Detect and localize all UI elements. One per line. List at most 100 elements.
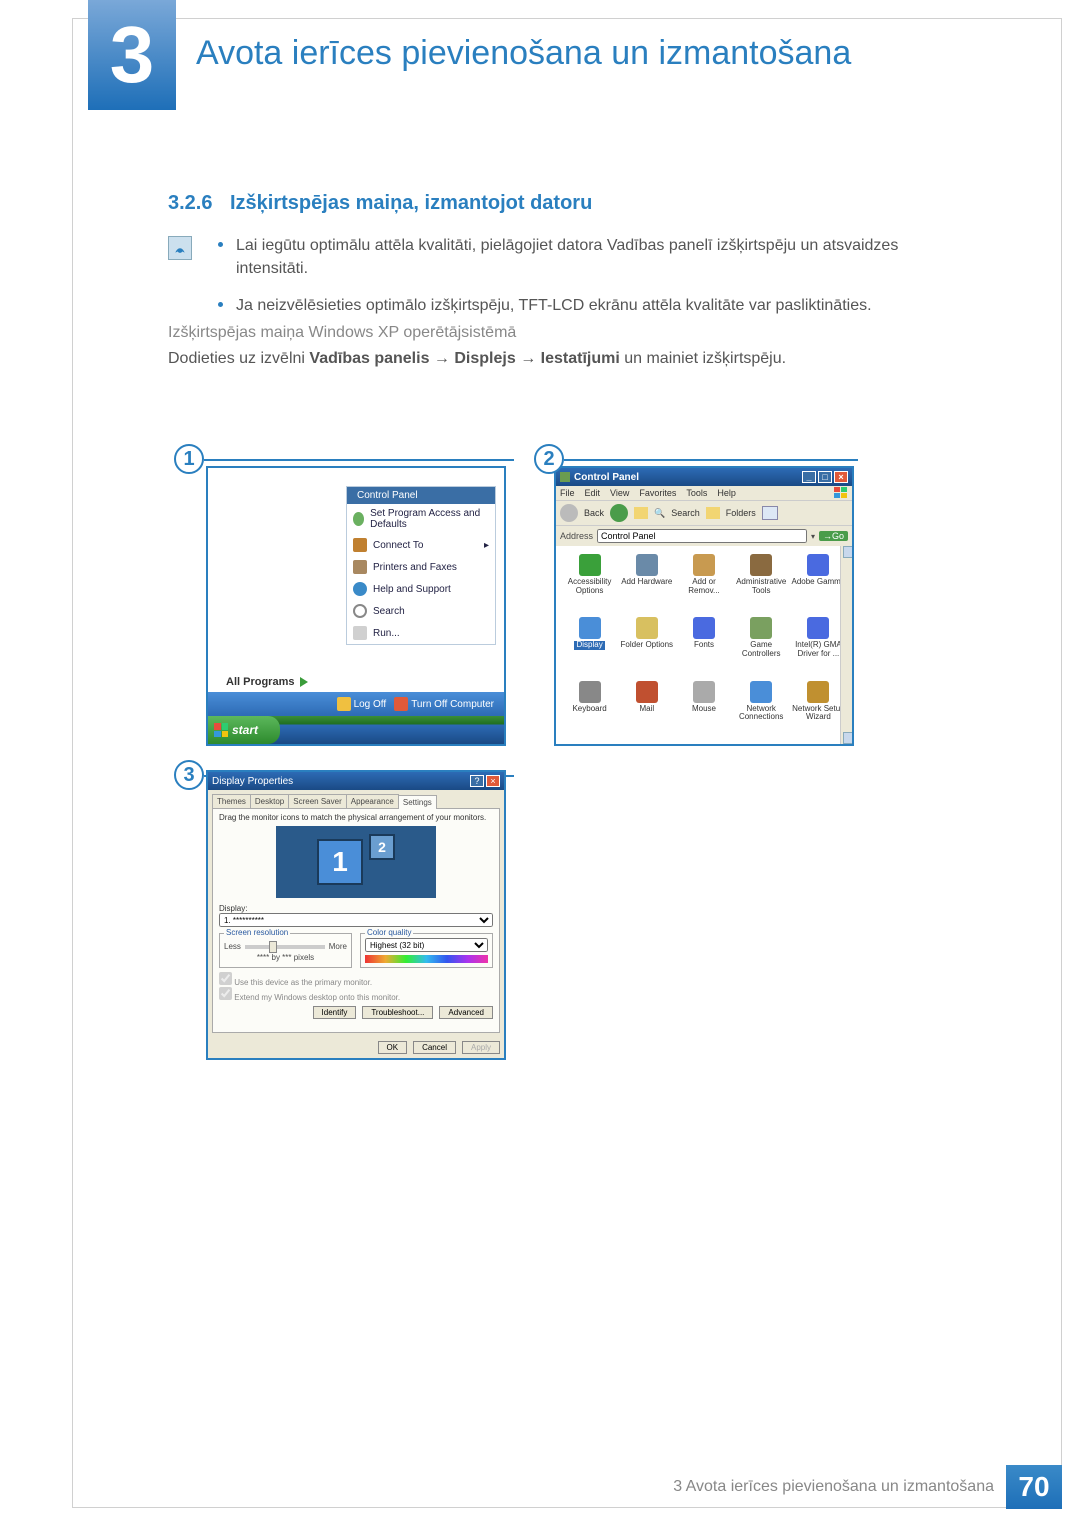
cp-item-mouse[interactable]: Mouse [676, 681, 731, 740]
cp-item-display[interactable]: Display [562, 617, 617, 676]
start-item-search[interactable]: Search [347, 600, 495, 622]
monitor-arrangement[interactable]: 1 2 [276, 826, 436, 898]
tab-themes[interactable]: Themes [212, 794, 251, 808]
resolution-slider[interactable]: Less More [224, 942, 347, 951]
cp-item-label: Display [574, 641, 604, 650]
power-icon [394, 697, 408, 711]
cp-item-label: Mail [639, 705, 654, 714]
menu-tools[interactable]: Tools [686, 488, 707, 498]
go-button[interactable]: → Go [819, 531, 848, 541]
extend-desktop-checkbox[interactable]: Extend my Windows desktop onto this moni… [219, 987, 493, 1002]
forward-button[interactable] [610, 504, 628, 522]
search-icon[interactable]: 🔍 [654, 508, 665, 519]
resolution-value: **** by *** pixels [224, 953, 347, 962]
cp-item-icon [693, 617, 715, 639]
tab-appearance[interactable]: Appearance [346, 794, 399, 808]
display-select[interactable]: 1. ********** [219, 913, 493, 927]
back-button[interactable] [560, 504, 578, 522]
control-panel-icon [560, 472, 570, 482]
start-item-connect[interactable]: Connect To▸ [347, 534, 495, 556]
cp-item-add-hardware[interactable]: Add Hardware [619, 554, 674, 613]
menu-edit[interactable]: Edit [585, 488, 601, 498]
advanced-button[interactable]: Advanced [439, 1006, 493, 1019]
close-button[interactable]: × [486, 775, 500, 787]
start-item-printers[interactable]: Printers and Faxes [347, 556, 495, 578]
cp-item-icon [693, 681, 715, 703]
cp-item-icon [750, 617, 772, 639]
start-item-run[interactable]: Run... [347, 622, 495, 644]
cp-item-folder-options[interactable]: Folder Options [619, 617, 674, 676]
cp-item-intel-r-gma-driver-for-[interactable]: Intel(R) GMA Driver for ... [791, 617, 846, 676]
chevron-right-icon: ▸ [484, 540, 489, 551]
monitor-1[interactable]: 1 [317, 839, 363, 885]
cp-item-label: Folder Options [621, 641, 673, 650]
maximize-button[interactable]: □ [818, 471, 832, 483]
run-icon [353, 626, 367, 640]
primary-monitor-checkbox[interactable]: Use this device as the primary monitor. [219, 972, 493, 987]
start-item-help[interactable]: Help and Support [347, 578, 495, 600]
folders-icon[interactable] [706, 507, 720, 519]
subheading: Izšķirtspējas maiņa Windows XP operētājs… [168, 324, 516, 342]
cp-item-icon [579, 617, 601, 639]
cp-item-mail[interactable]: Mail [619, 681, 674, 740]
printer-icon [353, 560, 367, 574]
menu-view[interactable]: View [610, 488, 629, 498]
start-menu-panel: Control Panel Set Program Access and Def… [346, 486, 496, 645]
close-button[interactable]: × [834, 471, 848, 483]
cp-item-administrative-tools[interactable]: Administrative Tools [734, 554, 789, 613]
figure-2-control-panel: Control Panel _ □ × File Edit View Favor… [554, 466, 854, 746]
tab-screensaver[interactable]: Screen Saver [288, 794, 346, 808]
windows-flag-icon [834, 487, 848, 499]
dropdown-icon[interactable]: ▾ [811, 532, 815, 541]
cp-item-label: Intel(R) GMA Driver for ... [791, 641, 846, 659]
cp-item-label: Administrative Tools [734, 578, 789, 596]
apply-button[interactable]: Apply [462, 1041, 500, 1054]
menu-file[interactable]: File [560, 488, 575, 498]
cp-item-game-controllers[interactable]: Game Controllers [734, 617, 789, 676]
footer-text: 3 Avota ierīces pievienošana un izmantoš… [673, 1478, 994, 1496]
footer: 3 Avota ierīces pievienošana un izmantoš… [72, 1465, 1062, 1509]
cp-item-network-connections[interactable]: Network Connections [734, 681, 789, 740]
cp-item-adobe-gamma[interactable]: Adobe Gamma [791, 554, 846, 613]
color-quality-group: Color quality Highest (32 bit) [360, 933, 493, 968]
views-button[interactable] [762, 506, 778, 520]
tab-settings[interactable]: Settings [398, 795, 437, 809]
cancel-button[interactable]: Cancel [413, 1041, 456, 1054]
cp-item-keyboard[interactable]: Keyboard [562, 681, 617, 740]
monitor-2[interactable]: 2 [369, 834, 395, 860]
minimize-button[interactable]: _ [802, 471, 816, 483]
tab-desktop[interactable]: Desktop [250, 794, 289, 808]
cp-item-icon [750, 681, 772, 703]
help-button[interactable]: ? [470, 775, 484, 787]
address-input[interactable] [597, 529, 807, 543]
troubleshoot-button[interactable]: Troubleshoot... [362, 1006, 433, 1019]
cp-item-network-setup-wizard[interactable]: Network Setup Wizard [791, 681, 846, 740]
all-programs[interactable]: All Programs [226, 676, 308, 688]
cp-item-add-or-remov-[interactable]: Add or Remov... [676, 554, 731, 613]
chapter-number: 3 [110, 9, 155, 101]
color-quality-select[interactable]: Highest (32 bit) [365, 938, 488, 952]
start-menu-header[interactable]: Control Panel [347, 487, 495, 504]
address-bar: Address ▾ → Go [556, 526, 852, 546]
ok-button[interactable]: OK [378, 1041, 408, 1054]
cp-item-icon [636, 681, 658, 703]
display-label: Display: [219, 904, 493, 913]
cp-item-label: Accessibility Options [562, 578, 617, 596]
figure-1-start-menu: Control Panel Set Program Access and Def… [206, 466, 506, 746]
start-button[interactable]: start [208, 716, 280, 744]
identify-button[interactable]: Identify [313, 1006, 357, 1019]
menu-help[interactable]: Help [717, 488, 736, 498]
scrollbar[interactable] [840, 546, 852, 744]
cp-item-label: Keyboard [572, 705, 606, 714]
log-off-button[interactable]: Log Off [337, 697, 387, 711]
cp-item-icon [807, 554, 829, 576]
cp-item-accessibility-options[interactable]: Accessibility Options [562, 554, 617, 613]
up-icon[interactable] [634, 507, 648, 519]
callout-line-1 [204, 459, 514, 461]
start-item-spad[interactable]: Set Program Access and Defaults [347, 504, 495, 534]
menu-favorites[interactable]: Favorites [639, 488, 676, 498]
dialog-titlebar: Display Properties ? × [208, 772, 504, 790]
callout-3: 3 [174, 760, 204, 790]
cp-item-fonts[interactable]: Fonts [676, 617, 731, 676]
turn-off-button[interactable]: Turn Off Computer [394, 697, 494, 711]
